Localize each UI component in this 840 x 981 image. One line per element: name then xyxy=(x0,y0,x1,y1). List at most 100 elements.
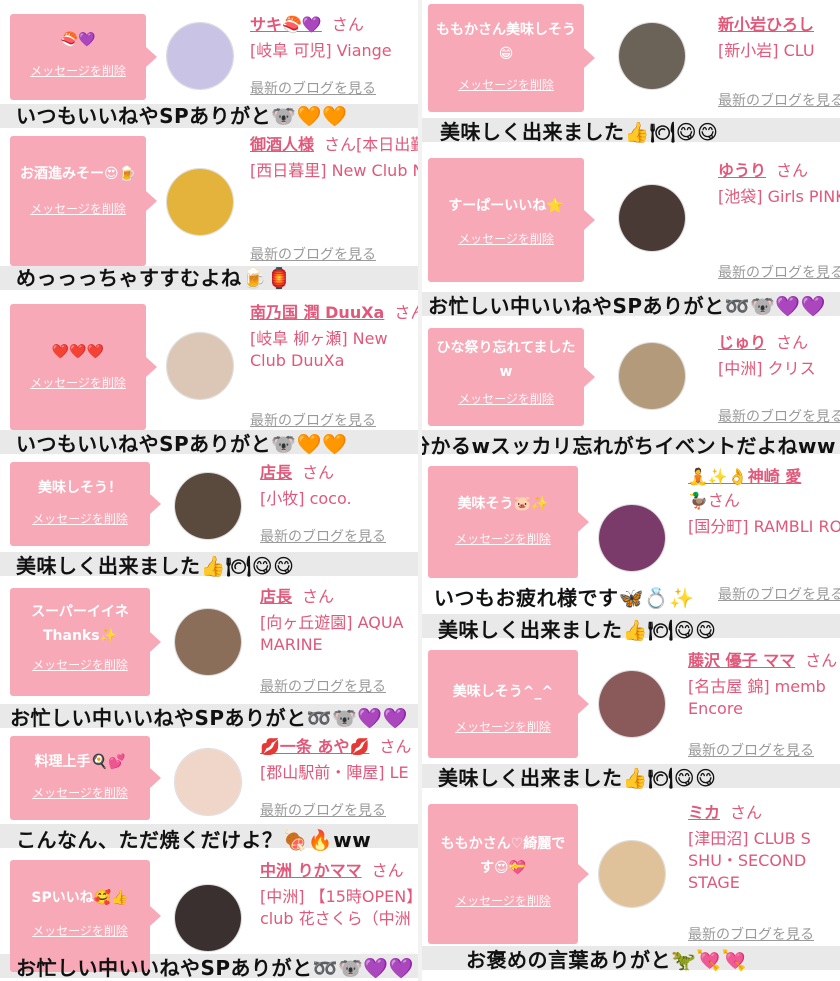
latest-blog-link[interactable]: 最新のブログを見る xyxy=(688,740,814,760)
avatar[interactable] xyxy=(174,608,242,676)
honorific: さん xyxy=(331,15,364,34)
user-info: 🧘✨👌神崎 愛 🦆さん [国分町] RAMBLI ROSE xyxy=(688,466,840,538)
latest-blog-link[interactable]: 最新のブログを見る xyxy=(718,406,840,426)
user-info: 御酒人様さん[本日出勤] [西日暮里] New Club N xyxy=(250,134,418,182)
avatar[interactable] xyxy=(598,840,666,908)
avatar-image xyxy=(167,23,233,89)
message-bubble: 🍣💜 メッセージを削除 xyxy=(10,14,157,100)
list-item: ももかさん♡綺麗です😍💝 メッセージを削除 ミカ さん [津田沼] CLUB S … xyxy=(422,800,840,981)
user-name-link[interactable]: ゆうり xyxy=(718,161,766,180)
delete-message-link[interactable]: メッセージを削除 xyxy=(16,200,140,217)
latest-blog-link[interactable]: 最新のブログを見る xyxy=(718,584,840,604)
user-name-link[interactable]: 🧘✨👌神崎 愛 xyxy=(688,467,801,486)
message-bubble: 料理上手🍳💕 メッセージを削除 xyxy=(10,736,161,820)
latest-blog-link[interactable]: 最新のブログを見る xyxy=(718,262,840,282)
avatar-image xyxy=(619,343,685,409)
user-name-link[interactable]: 💋一条 あや💋 xyxy=(260,737,369,756)
user-info: 藤沢 優子 ママ さん [名古屋 錦] memb Encore xyxy=(688,650,840,720)
honorific: さん xyxy=(776,161,809,180)
caption-text: 美味しく出来ました👍🍽😋😋 xyxy=(440,120,719,144)
user-name-link[interactable]: 御酒人様 xyxy=(250,135,314,154)
message-text: SPいいね🥰👍 xyxy=(31,890,129,906)
user-name-link[interactable]: 藤沢 優子 ママ xyxy=(688,651,795,670)
delete-message-link[interactable]: メッセージを削除 xyxy=(16,922,144,939)
caption-text: いつもいいねやSPありがと🐨🧡🧡 xyxy=(16,104,348,128)
honorific: 🦆さん xyxy=(688,491,740,510)
user-name-link[interactable]: 新小岩ひろし xyxy=(718,15,814,34)
delete-message-link[interactable]: メッセージを削除 xyxy=(434,230,578,247)
delete-message-link[interactable]: メッセージを削除 xyxy=(16,374,140,391)
list-item: すーぱーいいね⭐ メッセージを削除 ゆうり さん [池袋] Girls PINK … xyxy=(422,152,840,322)
delete-message-link[interactable]: メッセージを削除 xyxy=(434,76,578,93)
delete-message-link[interactable]: メッセージを削除 xyxy=(434,892,572,909)
delete-message-link[interactable]: メッセージを削除 xyxy=(16,656,144,673)
latest-blog-link[interactable]: 最新のブログを見る xyxy=(688,924,814,944)
avatar[interactable] xyxy=(618,342,686,410)
avatar-image xyxy=(175,885,241,951)
avatar[interactable] xyxy=(166,22,234,90)
list-item: 料理上手🍳💕 メッセージを削除 💋一条 あや💋 さん [郡山駅前・陣屋] LE 最… xyxy=(0,734,418,854)
user-info: 店長 さん [小牧] coco. xyxy=(260,462,418,510)
caption-text: お褒めの言葉ありがと🦖💘💘 xyxy=(466,948,748,972)
message-text: ももかさん♡綺麗です😍💝 xyxy=(440,836,566,876)
caption-text-secondary: 美味しく出来ました👍🍽😋😋 xyxy=(438,618,717,642)
caption-text: こんなん、ただ焼くだけよ？🍖🔥ww xyxy=(16,828,372,852)
right-column: ももかさん美味しそう😁 メッセージを削除 新小岩ひろし [新小岩] CLU 最新… xyxy=(422,0,840,981)
avatar[interactable] xyxy=(174,472,242,540)
user-name-link[interactable]: 店長 xyxy=(260,463,292,482)
latest-blog-link[interactable]: 最新のブログを見る xyxy=(250,78,376,98)
avatar[interactable] xyxy=(598,670,666,738)
avatar-image xyxy=(619,23,685,89)
list-item: ももかさん美味しそう😁 メッセージを削除 新小岩ひろし [新小岩] CLU 最新… xyxy=(422,0,840,150)
message-text: ❤️❤️❤️ xyxy=(51,344,105,360)
user-location: [岐阜 可児] Viange xyxy=(250,41,392,60)
list-item: ❤️❤️❤️ メッセージを削除 南乃国 潤 DuuXa さん[本日出勤] [岐阜 … xyxy=(0,296,418,456)
latest-blog-link[interactable]: 最新のブログを見る xyxy=(718,90,840,110)
latest-blog-link[interactable]: 最新のブログを見る xyxy=(260,676,386,696)
avatar[interactable] xyxy=(598,504,666,572)
list-item: 美味そう🐷✨ メッセージを削除 🧘✨👌神崎 愛 🦆さん [国分町] RAMBLI… xyxy=(422,464,840,644)
message-bubble: ひな祭り忘れてましたw メッセージを削除 xyxy=(428,328,595,426)
avatar[interactable] xyxy=(166,168,234,236)
delete-message-link[interactable]: メッセージを削除 xyxy=(434,718,572,735)
user-name-link[interactable]: じゅり xyxy=(718,333,766,352)
latest-blog-link[interactable]: 最新のブログを見る xyxy=(260,526,386,546)
avatar[interactable] xyxy=(618,22,686,90)
latest-blog-link[interactable]: 最新のブログを見る xyxy=(260,800,386,820)
honorific: さん xyxy=(302,463,335,482)
user-info: ゆうり さん [池袋] Girls PINK xyxy=(718,160,840,208)
latest-blog-link[interactable]: 最新のブログを見る xyxy=(250,410,376,430)
delete-message-link[interactable]: メッセージを削除 xyxy=(16,784,144,801)
user-location: [名古屋 錦] memb Encore xyxy=(688,677,826,718)
message-bubble: ももかさん♡綺麗です😍💝 メッセージを削除 xyxy=(428,804,589,944)
avatar[interactable] xyxy=(166,332,234,400)
message-bubble: ❤️❤️❤️ メッセージを削除 xyxy=(10,304,157,430)
delete-message-link[interactable]: メッセージを削除 xyxy=(16,62,140,79)
message-bubble: スーパーイイネ Thanks✨ メッセージを削除 xyxy=(10,588,161,696)
delete-message-link[interactable]: メッセージを削除 xyxy=(434,390,578,407)
avatar-image xyxy=(599,841,665,907)
avatar[interactable] xyxy=(174,748,242,816)
user-name-link[interactable]: ミカ xyxy=(688,803,720,822)
latest-blog-link[interactable]: 最新のブログを見る xyxy=(250,244,376,264)
user-name-link[interactable]: サキ🍣💜 xyxy=(250,15,322,34)
user-location: [岐阜 柳ヶ瀬] New Club DuuXa xyxy=(250,329,388,370)
caption-text: お忙しい中いいねやSPありがと➿🐨💜💜 xyxy=(16,956,415,980)
message-text: すーぱーいいね⭐ xyxy=(448,198,564,214)
user-location: [郡山駅前・陣屋] LE xyxy=(260,763,409,782)
user-name-link[interactable]: 南乃国 潤 DuuXa xyxy=(250,303,384,322)
avatar-image xyxy=(619,185,685,251)
honorific: さん xyxy=(730,803,763,822)
avatar[interactable] xyxy=(174,884,242,952)
list-item: ひな祭り忘れてましたw メッセージを削除 じゅり さん [中洲] クリス 最新のブ… xyxy=(422,326,840,460)
user-info: じゅり さん [中洲] クリス xyxy=(718,332,840,380)
avatar[interactable] xyxy=(618,184,686,252)
user-name-link[interactable]: 店長 xyxy=(260,587,292,606)
delete-message-link[interactable]: メッセージを削除 xyxy=(16,510,144,527)
caption-text: めっっっちゃすすむよね🍺🏮 xyxy=(16,266,293,290)
delete-message-link[interactable]: メッセージを削除 xyxy=(434,530,572,547)
user-name-link[interactable]: 中洲 りかママ xyxy=(260,861,362,880)
message-bubble: ももかさん美味しそう😁 メッセージを削除 xyxy=(428,4,595,112)
avatar-image xyxy=(167,169,233,235)
message-bubble: 美味しそう^_^ メッセージを削除 xyxy=(428,650,589,758)
